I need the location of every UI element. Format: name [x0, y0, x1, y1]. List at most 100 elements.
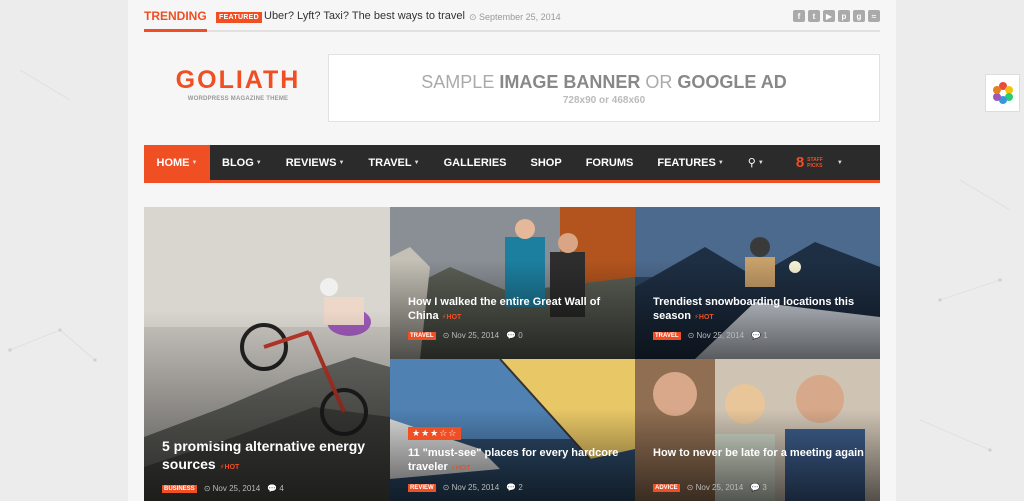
post-title[interactable]: Trendiest snowboarding locations this se… [653, 295, 868, 324]
post-date-text: Nov 25, 2014 [451, 483, 500, 492]
post-meta: ADVICE ⊙ Nov 25, 2014 💬 3 [653, 483, 767, 492]
category-badge[interactable]: TRAVEL [653, 331, 681, 340]
nav-item-forums[interactable]: FORUMS [574, 145, 646, 180]
chevron-down-icon: ▼ [717, 159, 724, 166]
style-switcher-button[interactable] [985, 74, 1020, 112]
nav-label: TRAVEL [368, 156, 412, 169]
post-card-energy[interactable]: 5 promising alternative energy sources ⚡… [144, 207, 390, 501]
post-date: ⊙ Nov 25, 2014 [687, 331, 745, 340]
chevron-down-icon: ▼ [338, 159, 345, 166]
comment-count[interactable]: 💬 1 [751, 331, 768, 340]
hot-label: HOT [446, 314, 462, 322]
category-badge[interactable]: ADVICE [653, 483, 680, 492]
comment-count-text: 1 [763, 331, 768, 340]
rating-stars: ★★★☆☆ [408, 427, 462, 440]
post-meta: BUSINESS ⊙ Nov 25, 2014 💬 4 [162, 484, 284, 493]
post-meta: TRAVEL ⊙ Nov 25, 2014 💬 0 [408, 331, 523, 340]
post-card-snowboarding[interactable]: Trendiest snowboarding locations this se… [635, 207, 880, 359]
post-date: ⊙ Nov 25, 2014 [442, 331, 500, 340]
hot-badge: ⚡HOT [450, 465, 471, 473]
google-plus-icon[interactable]: g [853, 10, 865, 22]
category-badge[interactable]: TRAVEL [408, 331, 436, 340]
banner-title-bold: GOOGLE AD [677, 72, 787, 92]
logo-tagline: WORDPRESS MAGAZINE THEME [187, 96, 289, 102]
banner-title: SAMPLE IMAGE BANNER OR GOOGLE AD [329, 72, 879, 93]
staff-picks-count: 8 [795, 154, 805, 171]
color-wheel-icon [992, 82, 1013, 104]
nav-label: FORUMS [585, 156, 634, 169]
post-date: ⊙ Nov 25, 2014 [686, 483, 744, 492]
trending-label: TRENDING [144, 9, 207, 32]
post-title-text: How to never be late for a meeting again [653, 447, 864, 459]
hot-label: HOT [224, 464, 240, 472]
trending-date-text: September 25, 2014 [479, 12, 561, 22]
comment-count-text: 3 [762, 483, 767, 492]
post-title-text: 5 promising alternative energy sources [162, 438, 366, 473]
chevron-down-icon: ▼ [191, 159, 198, 166]
post-title-text: Trendiest snowboarding locations this se… [653, 296, 855, 323]
ad-banner[interactable]: SAMPLE IMAGE BANNER OR GOOGLE AD 728x90 … [328, 54, 880, 122]
comment-count-text: 4 [279, 484, 284, 493]
page-container: TRENDING FEATURED Uber? Lyft? Taxi? The … [128, 0, 896, 501]
nav-staff-picks[interactable]: 8 STAFF PICKS ▼ [784, 145, 855, 180]
nav-item-shop[interactable]: SHOP [519, 145, 574, 180]
banner-title-part: SAMPLE [421, 72, 500, 92]
category-badge[interactable]: REVIEW [408, 483, 436, 492]
comment-count[interactable]: 💬 0 [506, 331, 523, 340]
post-date: ⊙ Nov 25, 2014 [442, 483, 500, 492]
nav-search[interactable]: ⚲ ▼ [736, 145, 776, 180]
pinterest-icon[interactable]: p [838, 10, 850, 22]
hot-badge: ⚡HOT [219, 464, 240, 472]
facebook-icon[interactable]: f [793, 10, 805, 22]
post-meta: REVIEW ⊙ Nov 25, 2014 💬 2 [408, 483, 523, 492]
nav-label: SHOP [530, 156, 562, 169]
comment-count[interactable]: 💬 3 [750, 483, 767, 492]
trending-bar: TRENDING FEATURED Uber? Lyft? Taxi? The … [144, 0, 880, 32]
hot-label: HOT [455, 465, 471, 473]
nav-label: REVIEWS [285, 156, 337, 169]
nav-item-features[interactable]: FEATURES ▼ [645, 145, 735, 180]
nav-item-reviews[interactable]: REVIEWS ▼ [274, 145, 357, 180]
hot-badge: ⚡HOT [693, 314, 714, 322]
banner-title-part: OR [640, 72, 678, 92]
search-icon: ⚲ [747, 157, 756, 169]
post-title[interactable]: 5 promising alternative energy sources ⚡… [162, 437, 377, 473]
twitter-icon[interactable]: t [808, 10, 820, 22]
post-date: ⊙ Nov 25, 2014 [203, 484, 261, 493]
banner-subtitle: 728x90 or 468x60 [562, 95, 646, 106]
post-title-text: How I walked the entire Great Wall of Ch… [408, 296, 601, 323]
trending-headline-link[interactable]: Uber? Lyft? Taxi? The best ways to trave… [264, 10, 465, 22]
post-title[interactable]: How to never be late for a meeting again [653, 446, 868, 460]
youtube-icon[interactable]: ▶ [823, 10, 835, 22]
rss-icon[interactable]: ≈ [868, 10, 880, 22]
nav-label: FEATURES [657, 156, 716, 169]
post-title[interactable]: 11 "must-see" places for every hardcore … [408, 446, 623, 475]
nav-item-travel[interactable]: TRAVEL ▼ [356, 145, 431, 180]
site-logo[interactable]: GOLIATH WORDPRESS MAGAZINE THEME [168, 66, 308, 102]
trending-date: ⊙ September 25, 2014 [469, 12, 561, 22]
social-links: f t ▶ p g ≈ [793, 10, 880, 22]
comment-count-text: 2 [518, 483, 523, 492]
chevron-down-icon: ▼ [413, 159, 420, 166]
post-card-meeting[interactable]: How to never be late for a meeting again… [635, 359, 880, 501]
category-badge[interactable]: BUSINESS [162, 484, 197, 493]
chevron-down-icon: ▼ [836, 159, 843, 166]
nav-item-blog[interactable]: BLOG ▼ [210, 145, 274, 180]
nav-item-galleries[interactable]: GALLERIES [432, 145, 519, 180]
banner-title-bold: IMAGE BANNER [499, 72, 641, 92]
staff-picks-label-line: PICKS [807, 162, 823, 169]
post-title[interactable]: How I walked the entire Great Wall of Ch… [408, 295, 623, 324]
comment-count-text: 0 [518, 331, 523, 340]
post-card-must-see[interactable]: ★★★☆☆ 11 "must-see" places for every har… [390, 359, 635, 501]
comment-count[interactable]: 💬 4 [267, 484, 284, 493]
post-date-text: Nov 25, 2014 [451, 331, 500, 340]
post-meta: TRAVEL ⊙ Nov 25, 2014 💬 1 [653, 331, 768, 340]
featured-badge: FEATURED [216, 12, 262, 23]
comment-count[interactable]: 💬 2 [506, 483, 523, 492]
hot-badge: ⚡HOT [441, 314, 462, 322]
post-date-text: Nov 25, 2014 [212, 484, 261, 493]
nav-item-home[interactable]: HOME ▼ [144, 145, 210, 180]
post-card-great-wall[interactable]: How I walked the entire Great Wall of Ch… [390, 207, 635, 359]
logo-name: GOLIATH [175, 66, 301, 94]
post-date-text: Nov 25, 2014 [695, 483, 744, 492]
